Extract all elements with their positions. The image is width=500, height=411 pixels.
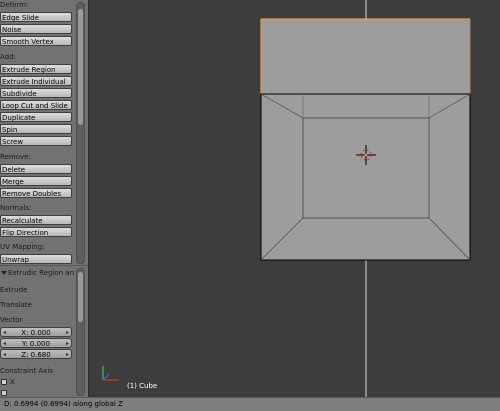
normals-heading: Normals: bbox=[0, 204, 32, 212]
noise-button[interactable]: Noise bbox=[0, 24, 72, 34]
loop-cut-and-slide-button[interactable]: Loop Cut and Slide bbox=[0, 100, 72, 110]
deform-heading: Deform: bbox=[0, 1, 29, 9]
recalculate-button[interactable]: Recalculate bbox=[0, 215, 72, 225]
extruded-face[interactable] bbox=[261, 19, 470, 94]
operator-scrollbar-thumb[interactable] bbox=[78, 272, 83, 322]
constraint-axis-label: Constraint Axis bbox=[0, 367, 54, 375]
extrude-label: Extrude bbox=[0, 286, 28, 294]
spin-button[interactable]: Spin bbox=[0, 124, 72, 134]
duplicate-button[interactable]: Duplicate bbox=[0, 112, 72, 122]
3d-viewport[interactable] bbox=[89, 0, 500, 397]
subdivide-button[interactable]: Subdivide bbox=[0, 88, 72, 98]
tools-scrollbar-thumb[interactable] bbox=[78, 9, 83, 125]
active-object-label: (1) Cube bbox=[127, 382, 158, 390]
uv-mapping-heading: UV Mapping: bbox=[0, 243, 45, 251]
delete-button[interactable]: Delete bbox=[0, 164, 72, 174]
vector-z-field[interactable]: ◂ Z: 0.680 ▸ bbox=[0, 349, 72, 359]
edge-slide-button[interactable]: Edge Slide bbox=[0, 12, 72, 22]
vector-label: Vector bbox=[0, 316, 23, 324]
vector-y-field[interactable]: ◂ Y: 0.000 ▸ bbox=[0, 338, 72, 348]
increment-arrow-icon[interactable]: ▸ bbox=[66, 328, 69, 338]
translate-label: Translate bbox=[0, 301, 32, 309]
screw-button[interactable]: Screw bbox=[0, 136, 72, 146]
tool-shelf: Deform: Edge Slide Noise Smooth Vertex A… bbox=[0, 0, 88, 397]
collapse-triangle-icon bbox=[1, 270, 7, 275]
decrement-arrow-icon[interactable]: ◂ bbox=[3, 328, 6, 338]
status-bar: D: 0.6994 (0.6994) along global Z bbox=[0, 397, 500, 411]
increment-arrow-icon[interactable]: ▸ bbox=[66, 339, 69, 349]
remove-doubles-button[interactable]: Remove Doubles bbox=[0, 188, 72, 198]
viewport-canvas bbox=[102, 0, 471, 397]
increment-arrow-icon[interactable]: ▸ bbox=[66, 350, 69, 360]
smooth-vertex-button[interactable]: Smooth Vertex bbox=[0, 36, 72, 46]
remove-heading: Remove: bbox=[0, 153, 31, 161]
flip-direction-button[interactable]: Flip Direction bbox=[0, 227, 72, 237]
vector-x-field[interactable]: ◂ X: 0.000 ▸ bbox=[0, 327, 72, 337]
panel-divider bbox=[0, 265, 88, 266]
unwrap-button[interactable]: Unwrap bbox=[0, 254, 72, 264]
extrude-individual-button[interactable]: Extrude Individual bbox=[0, 76, 72, 86]
extrude-region-button[interactable]: Extrude Region bbox=[0, 64, 72, 74]
merge-button[interactable]: Merge bbox=[0, 176, 72, 186]
axis-gizmo-icon bbox=[102, 366, 119, 381]
constraint-y-checkbox[interactable] bbox=[1, 390, 7, 396]
add-heading: Add: bbox=[0, 53, 16, 61]
constraint-x-checkbox[interactable] bbox=[1, 379, 7, 385]
tools-scrollbar[interactable] bbox=[76, 2, 85, 264]
operator-panel-title[interactable]: Extrudic Region and bbox=[0, 269, 74, 277]
decrement-arrow-icon[interactable]: ◂ bbox=[3, 339, 6, 349]
decrement-arrow-icon[interactable]: ◂ bbox=[3, 350, 6, 360]
operator-scrollbar[interactable] bbox=[76, 268, 85, 396]
cube-body[interactable] bbox=[260, 93, 471, 261]
constraint-x-label: X bbox=[10, 378, 15, 386]
